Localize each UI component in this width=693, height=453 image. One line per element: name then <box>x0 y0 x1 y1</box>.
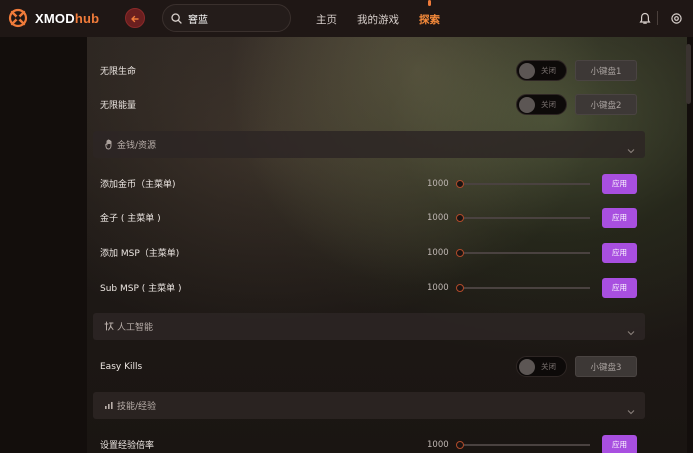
bar-chart-icon <box>103 399 115 411</box>
nav-my-games[interactable]: 我的游戏 <box>357 12 399 27</box>
slider-handle[interactable] <box>456 248 464 257</box>
nav-active-indicator <box>428 0 431 6</box>
value-readout: 1000 <box>427 282 449 293</box>
slider-handle[interactable] <box>456 179 464 188</box>
scrollbar[interactable] <box>686 44 691 104</box>
top-bar: XMODhub 主页 我的游戏 探索 <box>0 0 693 37</box>
cheat-row-gold: 金子 ( 主菜单 ) 1000 应用 <box>93 201 645 234</box>
section-title: 技能/经验 <box>117 402 157 412</box>
toggle-switch[interactable]: 关闭 <box>516 60 567 81</box>
cheat-row-xp-multiplier: 设置经验倍率 1000 应用 <box>93 428 645 453</box>
apply-button[interactable]: 应用 <box>602 173 637 194</box>
cheat-label: 无限能量 <box>100 101 137 111</box>
toggle-switch[interactable]: 关闭 <box>516 356 567 377</box>
cheat-row-add-gold: 添加金币（主菜单) 1000 应用 <box>93 167 645 200</box>
section-header-skills[interactable]: 技能/经验 <box>93 392 645 419</box>
slider-handle[interactable] <box>456 283 464 292</box>
apply-button[interactable]: 应用 <box>602 242 637 263</box>
cheat-label: Easy Kills <box>100 361 143 372</box>
apply-button[interactable]: 应用 <box>602 434 637 453</box>
nav-explore[interactable]: 探索 <box>419 12 440 27</box>
cheat-label: 设置经验倍率 <box>100 441 155 451</box>
logo[interactable]: XMODhub <box>8 8 99 28</box>
chevron-down-icon <box>627 401 635 415</box>
section-header-money[interactable]: 金钱/资源 <box>93 131 645 158</box>
cheat-label: 无限生命 <box>100 67 137 77</box>
value-readout: 1000 <box>427 439 449 450</box>
divider <box>657 11 658 25</box>
notification-icon[interactable] <box>638 11 652 25</box>
cheat-label: 金子 ( 主菜单 ) <box>100 214 161 224</box>
cheat-label: 添加金币（主菜单) <box>100 180 176 190</box>
section-title: 人工智能 <box>117 323 154 333</box>
hotkey-button[interactable]: 小键盘1 <box>575 60 637 81</box>
slider-handle[interactable] <box>456 440 464 449</box>
search-icon <box>171 9 182 28</box>
ai-icon <box>103 320 115 332</box>
cheat-label: Sub MSP ( 主菜单 ) <box>100 284 182 294</box>
toggle-state-text: 关闭 <box>541 100 556 109</box>
settings-icon[interactable] <box>669 11 683 25</box>
cheat-row-infinite-life: 无限生命 关闭 小键盘1 <box>93 54 645 87</box>
chevron-down-icon <box>627 322 635 336</box>
value-readout: 1000 <box>427 178 449 189</box>
toggle-switch[interactable]: 关闭 <box>516 94 567 115</box>
toggle-state-text: 关闭 <box>541 362 556 371</box>
toggle-knob <box>519 63 535 79</box>
toggle-state-text: 关闭 <box>541 66 556 75</box>
chevron-down-icon <box>627 140 635 154</box>
slider-track[interactable] <box>459 216 590 219</box>
toggle-knob <box>519 97 535 113</box>
nav-home[interactable]: 主页 <box>316 12 337 27</box>
section-title: 金钱/资源 <box>117 141 157 151</box>
cheat-label: 添加 MSP（主菜单) <box>100 249 180 259</box>
arrow-left-icon <box>130 9 140 28</box>
hand-icon <box>103 138 115 150</box>
back-button[interactable] <box>125 8 145 28</box>
xmod-logo-icon <box>8 8 28 28</box>
slider-track[interactable] <box>459 182 590 185</box>
cheat-row-add-msp: 添加 MSP（主菜单) 1000 应用 <box>93 236 645 269</box>
slider-handle[interactable] <box>456 213 464 222</box>
toggle-knob <box>519 359 535 375</box>
slider-track[interactable] <box>459 251 590 254</box>
cheat-row-easy-kills: Easy Kills 关闭 小键盘3 <box>93 350 645 383</box>
section-header-ai[interactable]: 人工智能 <box>93 313 645 340</box>
apply-button[interactable]: 应用 <box>602 277 637 298</box>
slider-track[interactable] <box>459 443 590 446</box>
slider-track[interactable] <box>459 286 590 289</box>
value-readout: 1000 <box>427 212 449 223</box>
logo-text: XMODhub <box>35 11 99 26</box>
logo-text-main: XMOD <box>35 10 75 26</box>
hotkey-button[interactable]: 小键盘2 <box>575 94 637 115</box>
logo-text-accent: hub <box>74 10 100 26</box>
value-readout: 1000 <box>427 247 449 258</box>
search-box[interactable] <box>162 4 291 32</box>
cheat-row-infinite-energy: 无限能量 关闭 小键盘2 <box>93 88 645 121</box>
apply-button[interactable]: 应用 <box>602 207 637 228</box>
hotkey-button[interactable]: 小键盘3 <box>575 356 637 377</box>
cheat-row-sub-msp: Sub MSP ( 主菜单 ) 1000 应用 <box>93 271 645 304</box>
search-input[interactable] <box>188 12 283 24</box>
